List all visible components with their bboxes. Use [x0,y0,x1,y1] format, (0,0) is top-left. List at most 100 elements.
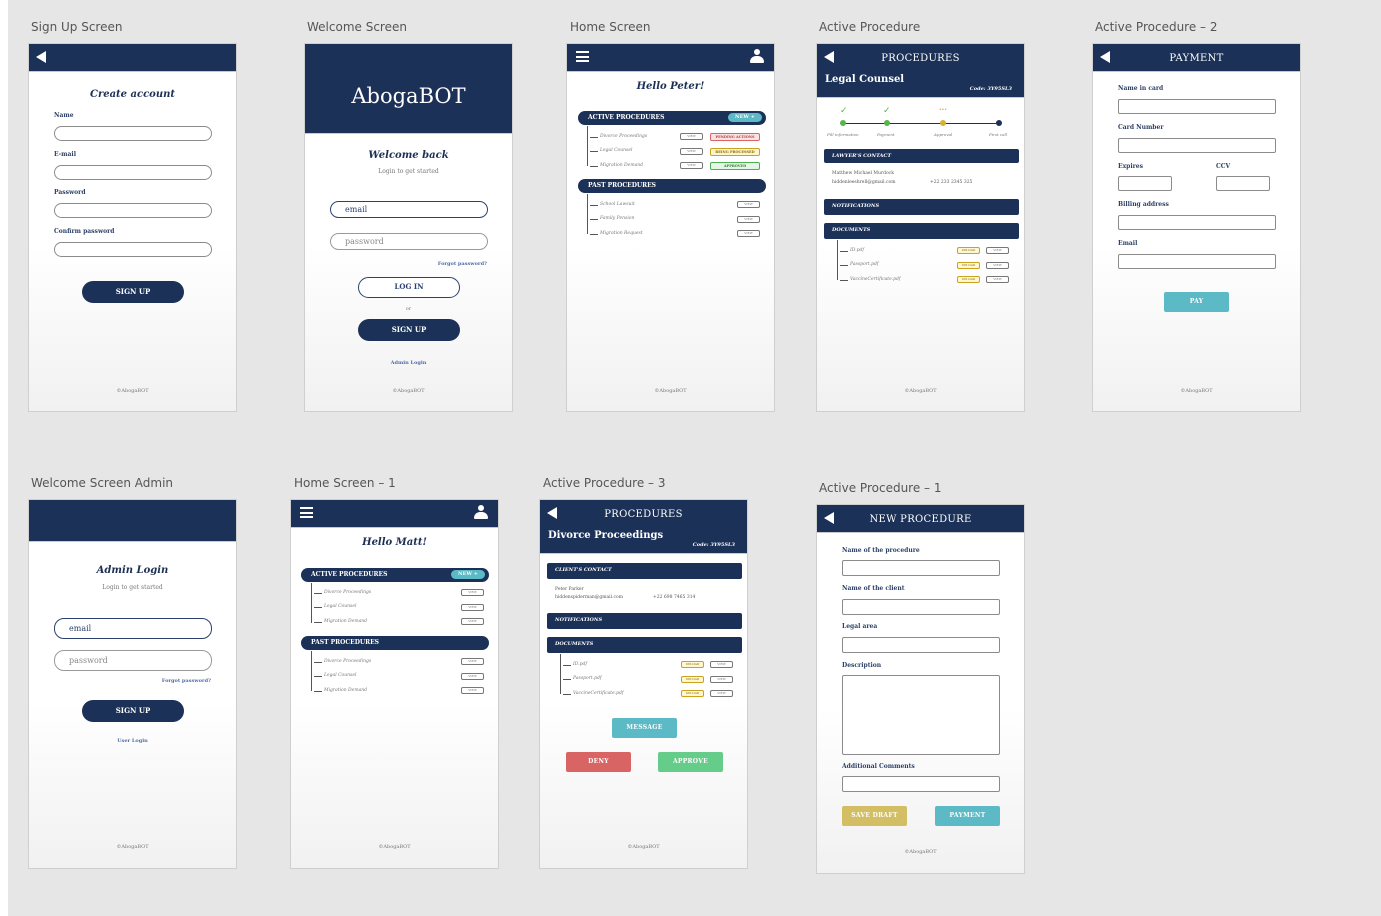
user-profile-icon[interactable] [474,505,488,519]
brand-logo: AbogaBOT [351,84,466,108]
header-bar: NEW PROCEDURE [817,505,1024,532]
status-badge-approved: APPROVED [710,162,760,170]
upload-button[interactable]: UPLOAD [957,262,980,269]
expires-input[interactable] [1118,176,1172,191]
footer-copyright: ©AbogaBOT [392,388,425,394]
card-name-label: Name in card [1118,85,1164,92]
view-button[interactable]: VIEW [461,658,484,665]
card-name-input[interactable] [1118,99,1276,114]
email-input[interactable]: email [54,618,212,639]
view-button[interactable]: VIEW [461,687,484,694]
view-button[interactable]: VIEW [737,230,760,237]
footer-copyright: ©AbogaBOT [627,844,660,850]
header-shadow [291,527,498,528]
email-input[interactable] [54,165,212,180]
view-button[interactable]: VIEW [710,676,733,683]
approve-button[interactable]: APPROVE [658,752,723,772]
documents-bar[interactable]: DOCUMENTS [547,637,742,653]
billing-address-input[interactable] [1118,215,1276,230]
view-button[interactable]: VIEW [461,604,484,611]
upload-button[interactable]: UPLOAD [681,661,704,668]
view-button[interactable]: VIEW [710,690,733,697]
comments-input[interactable] [842,776,1000,792]
header-bar [567,44,774,71]
save-draft-button[interactable]: SAVE DRAFT [842,806,907,826]
user-login-link[interactable]: User Login [29,738,236,744]
view-button[interactable]: VIEW [461,589,484,596]
name-input[interactable] [54,126,212,141]
lawyer-email: hiddenleeshrell@gmail.com [832,180,896,185]
past-procedures-bar: PAST PROCEDURES [578,179,766,193]
lawyer-contact-bar: LAWYER'S CONTACT [824,149,1019,163]
greeting: Hello Peter! [636,81,705,92]
description-textarea[interactable] [842,675,1000,755]
email-input[interactable] [1118,254,1276,269]
sign-up-button[interactable]: SIGN UP [82,700,184,722]
active-item-1: Divorce Proceedings [313,590,372,595]
view-button[interactable]: VIEW [986,262,1009,269]
hamburger-menu-icon[interactable] [576,51,589,62]
email-input[interactable]: email [330,201,488,218]
pay-button[interactable]: PAY [1164,292,1229,312]
documents-bar[interactable]: DOCUMENTS [824,223,1019,239]
artboard-label-active: Active Procedure [819,20,921,34]
view-button[interactable]: VIEW [737,201,760,208]
canvas-edge [0,0,8,916]
view-button[interactable]: VIEW [986,276,1009,283]
confirm-password-input[interactable] [54,242,212,257]
ccv-label: CCV [1216,163,1231,170]
header-title: PROCEDURES [881,53,960,64]
hamburger-menu-icon[interactable] [300,507,313,518]
user-profile-icon[interactable] [750,49,764,63]
procedure-code: Code: 3Y95SL3 [692,542,735,548]
ccv-input[interactable] [1216,176,1270,191]
pending-dots-icon: ··· [939,106,947,114]
step-dot-done [840,120,846,126]
view-button[interactable]: VIEW [737,216,760,223]
view-button[interactable]: VIEW [986,247,1009,254]
forgot-password-link[interactable]: Forgot password? [438,261,487,267]
view-button[interactable]: VIEW [461,618,484,625]
password-input[interactable]: password [54,650,212,671]
log-in-button[interactable]: LOG IN [358,277,460,298]
upload-button[interactable]: UPLOAD [957,276,980,283]
active-tree [587,126,588,166]
message-button[interactable]: MESSAGE [612,718,677,738]
back-arrow-icon[interactable] [36,51,46,63]
procedure-name-input[interactable] [842,560,1000,576]
header-bar [29,500,236,541]
notifications-bar[interactable]: NOTIFICATIONS [824,199,1019,215]
sign-up-button[interactable]: SIGN UP [82,281,184,303]
header-bar: PROCEDURES Legal Counsel Code: 3Y95SL3 [817,44,1024,97]
upload-button[interactable]: UPLOAD [681,676,704,683]
upload-button[interactable]: UPLOAD [957,247,980,254]
view-button[interactable]: VIEW [680,133,703,140]
notifications-bar[interactable]: NOTIFICATIONS [547,613,742,629]
legal-area-input[interactable] [842,637,1000,653]
document-item: Passport.pdf [563,676,602,681]
password-input[interactable]: password [330,233,488,250]
new-procedure-button[interactable]: NEW + [451,570,485,579]
new-procedure-button[interactable]: NEW + [728,113,762,122]
view-button[interactable]: VIEW [680,162,703,169]
client-phone: +22 698 7465 314 [653,595,696,600]
header-shadow [817,532,1024,533]
upload-button[interactable]: UPLOAD [681,690,704,697]
password-label: Password [54,189,86,196]
client-name-input[interactable] [842,599,1000,615]
active-procedures-title: ACTIVE PROCEDURES [311,571,388,578]
footer-copyright: ©AbogaBOT [654,388,687,394]
view-button[interactable]: VIEW [680,148,703,155]
admin-login-link[interactable]: Admin Login [305,360,512,366]
card-number-input[interactable] [1118,138,1276,153]
artboard-label-active2: Active Procedure – 2 [1095,20,1218,34]
deny-button[interactable]: DENY [566,752,631,772]
payment-button[interactable]: PAYMENT [935,806,1000,826]
sign-up-button[interactable]: SIGN UP [358,319,460,341]
view-button[interactable]: VIEW [461,673,484,680]
view-button[interactable]: VIEW [710,661,733,668]
lawyer-phone: +22 233 2345 325 [930,180,973,185]
password-input[interactable] [54,203,212,218]
forgot-password-link[interactable]: Forgot password? [162,678,211,684]
step-label: First call [989,132,1008,137]
